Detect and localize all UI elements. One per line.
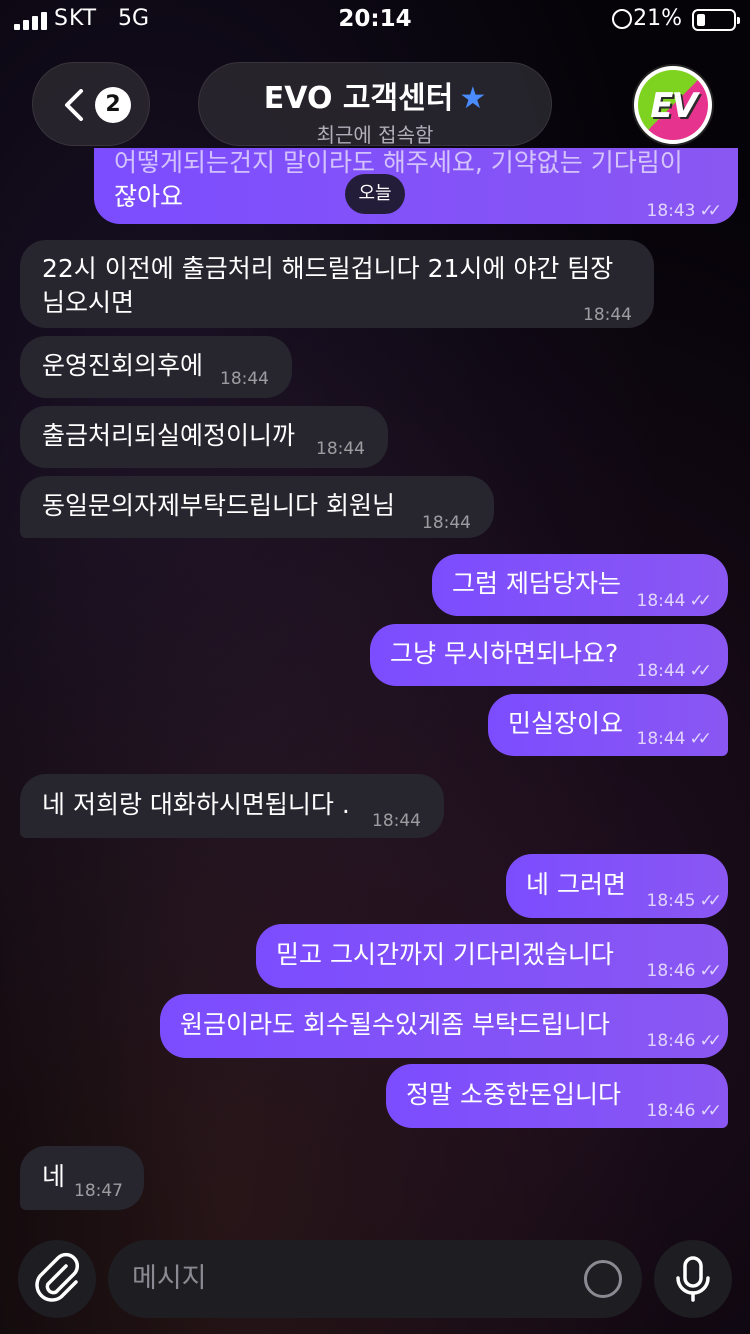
message-bubble-incoming[interactable]: 출금처리되실예정이니까 18:44 — [20, 406, 388, 468]
last-seen-status: 최근에 접속함 — [316, 123, 434, 147]
sticker-icon[interactable] — [584, 1260, 622, 1298]
message-bubble-outgoing[interactable]: 그냥 무시하면되나요? 18:44 ✓✓ — [370, 624, 728, 686]
message-time: 18:44 — [636, 729, 686, 749]
read-check-icon: ✓✓ — [699, 1101, 722, 1121]
message-time: 18:47 — [74, 1181, 123, 1201]
message-time: 18:45 — [646, 891, 696, 911]
message-text: 동일문의자제부탁드립니다 회원님 — [42, 491, 395, 520]
message-time: 18:44 — [220, 369, 269, 389]
voice-record-button[interactable] — [654, 1240, 732, 1318]
message-bubble-outgoing[interactable]: 네 그러면 18:45 ✓✓ — [506, 854, 728, 918]
rotation-lock-icon — [612, 9, 632, 29]
read-check-icon: ✓✓ — [699, 961, 722, 981]
message-text: 민실장이요 — [508, 709, 624, 738]
avatar[interactable]: EV — [632, 64, 714, 146]
date-separator: 오늘 — [345, 174, 405, 214]
read-check-icon: ✓✓ — [689, 591, 712, 611]
battery-icon — [692, 9, 740, 31]
message-bubble-incoming[interactable]: 네 저희랑 대화하시면됩니다 . 18:44 — [20, 774, 444, 838]
message-bubble-incoming[interactable]: 22시 이전에 출금처리 해드릴겁니다 21시에 야간 팀장 님오시면 18:4… — [20, 240, 654, 328]
message-bubble-incoming[interactable]: 운영진회의후에 18:44 — [20, 336, 292, 398]
back-button[interactable]: 2 — [32, 62, 150, 146]
microphone-icon — [676, 1256, 710, 1302]
paperclip-icon — [35, 1252, 80, 1302]
read-check-icon: ✓✓ — [689, 729, 712, 749]
battery-percent: 21% — [633, 6, 682, 31]
message-composer — [108, 1240, 642, 1318]
message-bubble-incoming[interactable]: 네 18:47 — [20, 1146, 144, 1210]
message-bubble-outgoing[interactable]: 민실장이요 18:44 ✓✓ — [488, 694, 728, 756]
message-time: 18:43 — [646, 201, 696, 221]
read-check-icon: ✓✓ — [699, 891, 722, 911]
message-text: 네 그러면 — [526, 870, 626, 899]
message-bubble-incoming[interactable]: 동일문의자제부탁드립니다 회원님 18:44 — [20, 476, 494, 538]
read-check-icon: ✓✓ — [689, 661, 712, 681]
message-text: 그럼 제담당자는 — [452, 569, 621, 598]
message-time: 18:44 — [372, 811, 421, 831]
message-bubble-outgoing[interactable]: 믿고 그시간까지 기다리겠습니다 18:46 ✓✓ — [256, 924, 728, 988]
message-text: 어떻게되는건지 말이라도 해주세요, 기약없는 기다림이 — [114, 148, 683, 177]
message-text: 정말 소중한돈입니다 — [406, 1080, 621, 1109]
message-text: 출금처리되실예정이니까 — [42, 421, 296, 450]
message-text: 믿고 그시간까지 기다리겠습니다 — [276, 940, 614, 969]
verified-star-icon: ★ — [459, 81, 487, 116]
message-text: 운영진회의후에 — [42, 351, 204, 380]
message-text: 네 저희랑 대화하시면됩니다 . — [42, 790, 350, 819]
message-time: 18:46 — [646, 1031, 696, 1051]
chevron-left-icon — [65, 89, 83, 121]
message-text: 원금이라도 회수될수있게좀 부탁드립니다 — [180, 1010, 610, 1039]
chat-title-pill[interactable]: EVO 고객센터 ★ 최근에 접속함 — [198, 62, 552, 147]
message-time: 18:44 — [636, 591, 686, 611]
message-text: 그냥 무시하면되나요? — [390, 639, 619, 668]
read-check-icon: ✓✓ — [699, 1031, 722, 1051]
message-time: 18:44 — [422, 513, 471, 533]
unread-badge: 2 — [95, 87, 131, 123]
message-bubble-outgoing[interactable]: 원금이라도 회수될수있게좀 부탁드립니다 18:46 ✓✓ — [160, 994, 728, 1058]
message-time: 18:46 — [646, 961, 696, 981]
message-text: 22시 이전에 출금처리 해드릴겁니다 21시에 야간 팀장 — [42, 254, 614, 283]
avatar-logo: EV — [650, 86, 698, 126]
message-text: 잖아요 — [114, 182, 184, 211]
read-check-icon: ✓✓ — [699, 201, 722, 221]
message-time: 18:46 — [646, 1101, 696, 1121]
message-time: 18:44 — [316, 439, 365, 459]
message-text: 네 — [42, 1162, 66, 1191]
status-bar: SKT 5G 20:14 21% — [0, 0, 750, 44]
message-time: 18:44 — [636, 661, 686, 681]
message-time: 18:44 — [583, 305, 632, 325]
message-input[interactable] — [132, 1258, 572, 1298]
message-text: 님오시면 — [42, 288, 135, 317]
chat-title: EVO 고객센터 — [263, 81, 454, 116]
message-bubble-outgoing[interactable]: 정말 소중한돈입니다 18:46 ✓✓ — [386, 1064, 728, 1128]
message-bubble-outgoing[interactable]: 그럼 제담당자는 18:44 ✓✓ — [432, 554, 728, 616]
attach-button[interactable] — [18, 1240, 96, 1318]
message-bubble-outgoing[interactable]: 어떻게되는건지 말이라도 해주세요, 기약없는 기다림이 잖아요 18:43 ✓✓ — [94, 148, 738, 224]
